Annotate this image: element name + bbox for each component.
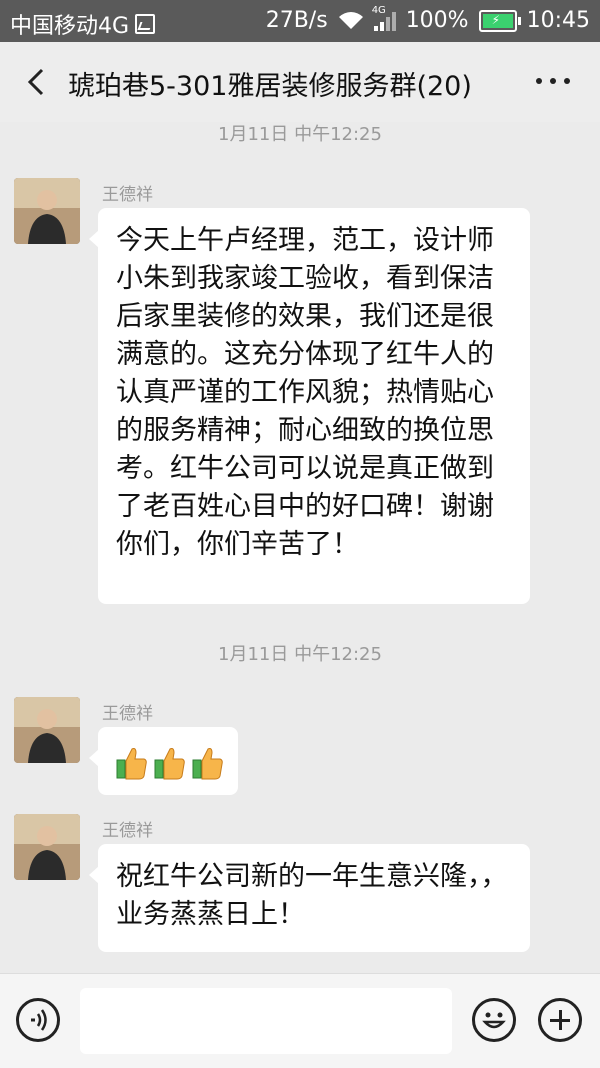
- clock: 10:45: [526, 8, 590, 33]
- smiley-icon[interactable]: [472, 998, 516, 1042]
- avatar[interactable]: [14, 178, 80, 244]
- message-line: 业务蒸蒸日上！: [116, 899, 305, 930]
- avatar[interactable]: [14, 814, 80, 880]
- chevron-left-icon[interactable]: [22, 66, 54, 98]
- message-line: 了老百姓心目中的好口碑！谢谢: [116, 491, 494, 522]
- message-line: 后家里装修的效果，我们还是很: [116, 301, 494, 332]
- thumbs-up-icon: [154, 745, 186, 781]
- sender-name: 王德祥: [102, 821, 153, 841]
- battery-percent: 100%: [405, 8, 469, 33]
- carrier-label: 中国移动4G: [10, 14, 130, 39]
- thumbs-up-icon: [192, 745, 224, 781]
- thumbs-up-icon: [116, 745, 148, 781]
- message-line: 小朱到我家竣工验收，看到保洁: [116, 263, 494, 294]
- chat-title: 琥珀巷5-301雅居装修服务群(20): [68, 71, 472, 102]
- sender-name: 王德祥: [102, 185, 153, 205]
- message-line: 今天上午卢经理，范工，设计师: [116, 225, 494, 256]
- message-bubble[interactable]: [89, 727, 238, 795]
- message-bubble[interactable]: 今天上午卢经理，范工，设计师 小朱到我家竣工验收，看到保洁 后家里装修的效果，我…: [89, 208, 530, 604]
- avatar[interactable]: [14, 697, 80, 763]
- signal-icon: 4G: [372, 5, 396, 31]
- message-line: 考。红牛公司可以说是真正做到: [116, 453, 494, 484]
- plus-icon[interactable]: [538, 998, 582, 1042]
- message-line: 认真严谨的工作风貌；热情贴心: [116, 377, 494, 408]
- message-line: 的服务精神；耐心细致的换位思: [116, 415, 494, 446]
- sender-name: 王德祥: [102, 704, 153, 724]
- input-bar: [0, 973, 600, 1068]
- chat-header: 琥珀巷5-301雅居装修服务群(20): [0, 42, 600, 122]
- wifi-icon: [338, 11, 364, 31]
- message-line: 满意的。这充分体现了红牛人的: [116, 339, 494, 370]
- voice-icon[interactable]: [16, 998, 60, 1042]
- message-bubble[interactable]: 祝红牛公司新的一年生意兴隆，， 业务蒸蒸日上！: [89, 844, 530, 952]
- message-line: 祝红牛公司新的一年生意兴隆，，: [116, 861, 508, 892]
- message-timestamp: 1月11日 中午12:25: [218, 644, 382, 665]
- more-dots-icon[interactable]: [536, 78, 570, 88]
- message-timestamp: 1月11日 中午12:25: [218, 124, 382, 145]
- image-notification-icon: [135, 14, 156, 34]
- status-bar: 中国移动4G 27B/s 4G 100% ⚡ 10:45: [0, 0, 600, 42]
- message-input[interactable]: [80, 988, 452, 1054]
- net-speed: 27B/s: [265, 8, 328, 33]
- message-line: 你们，你们辛苦了！: [116, 529, 359, 560]
- battery-icon: ⚡: [478, 9, 521, 32]
